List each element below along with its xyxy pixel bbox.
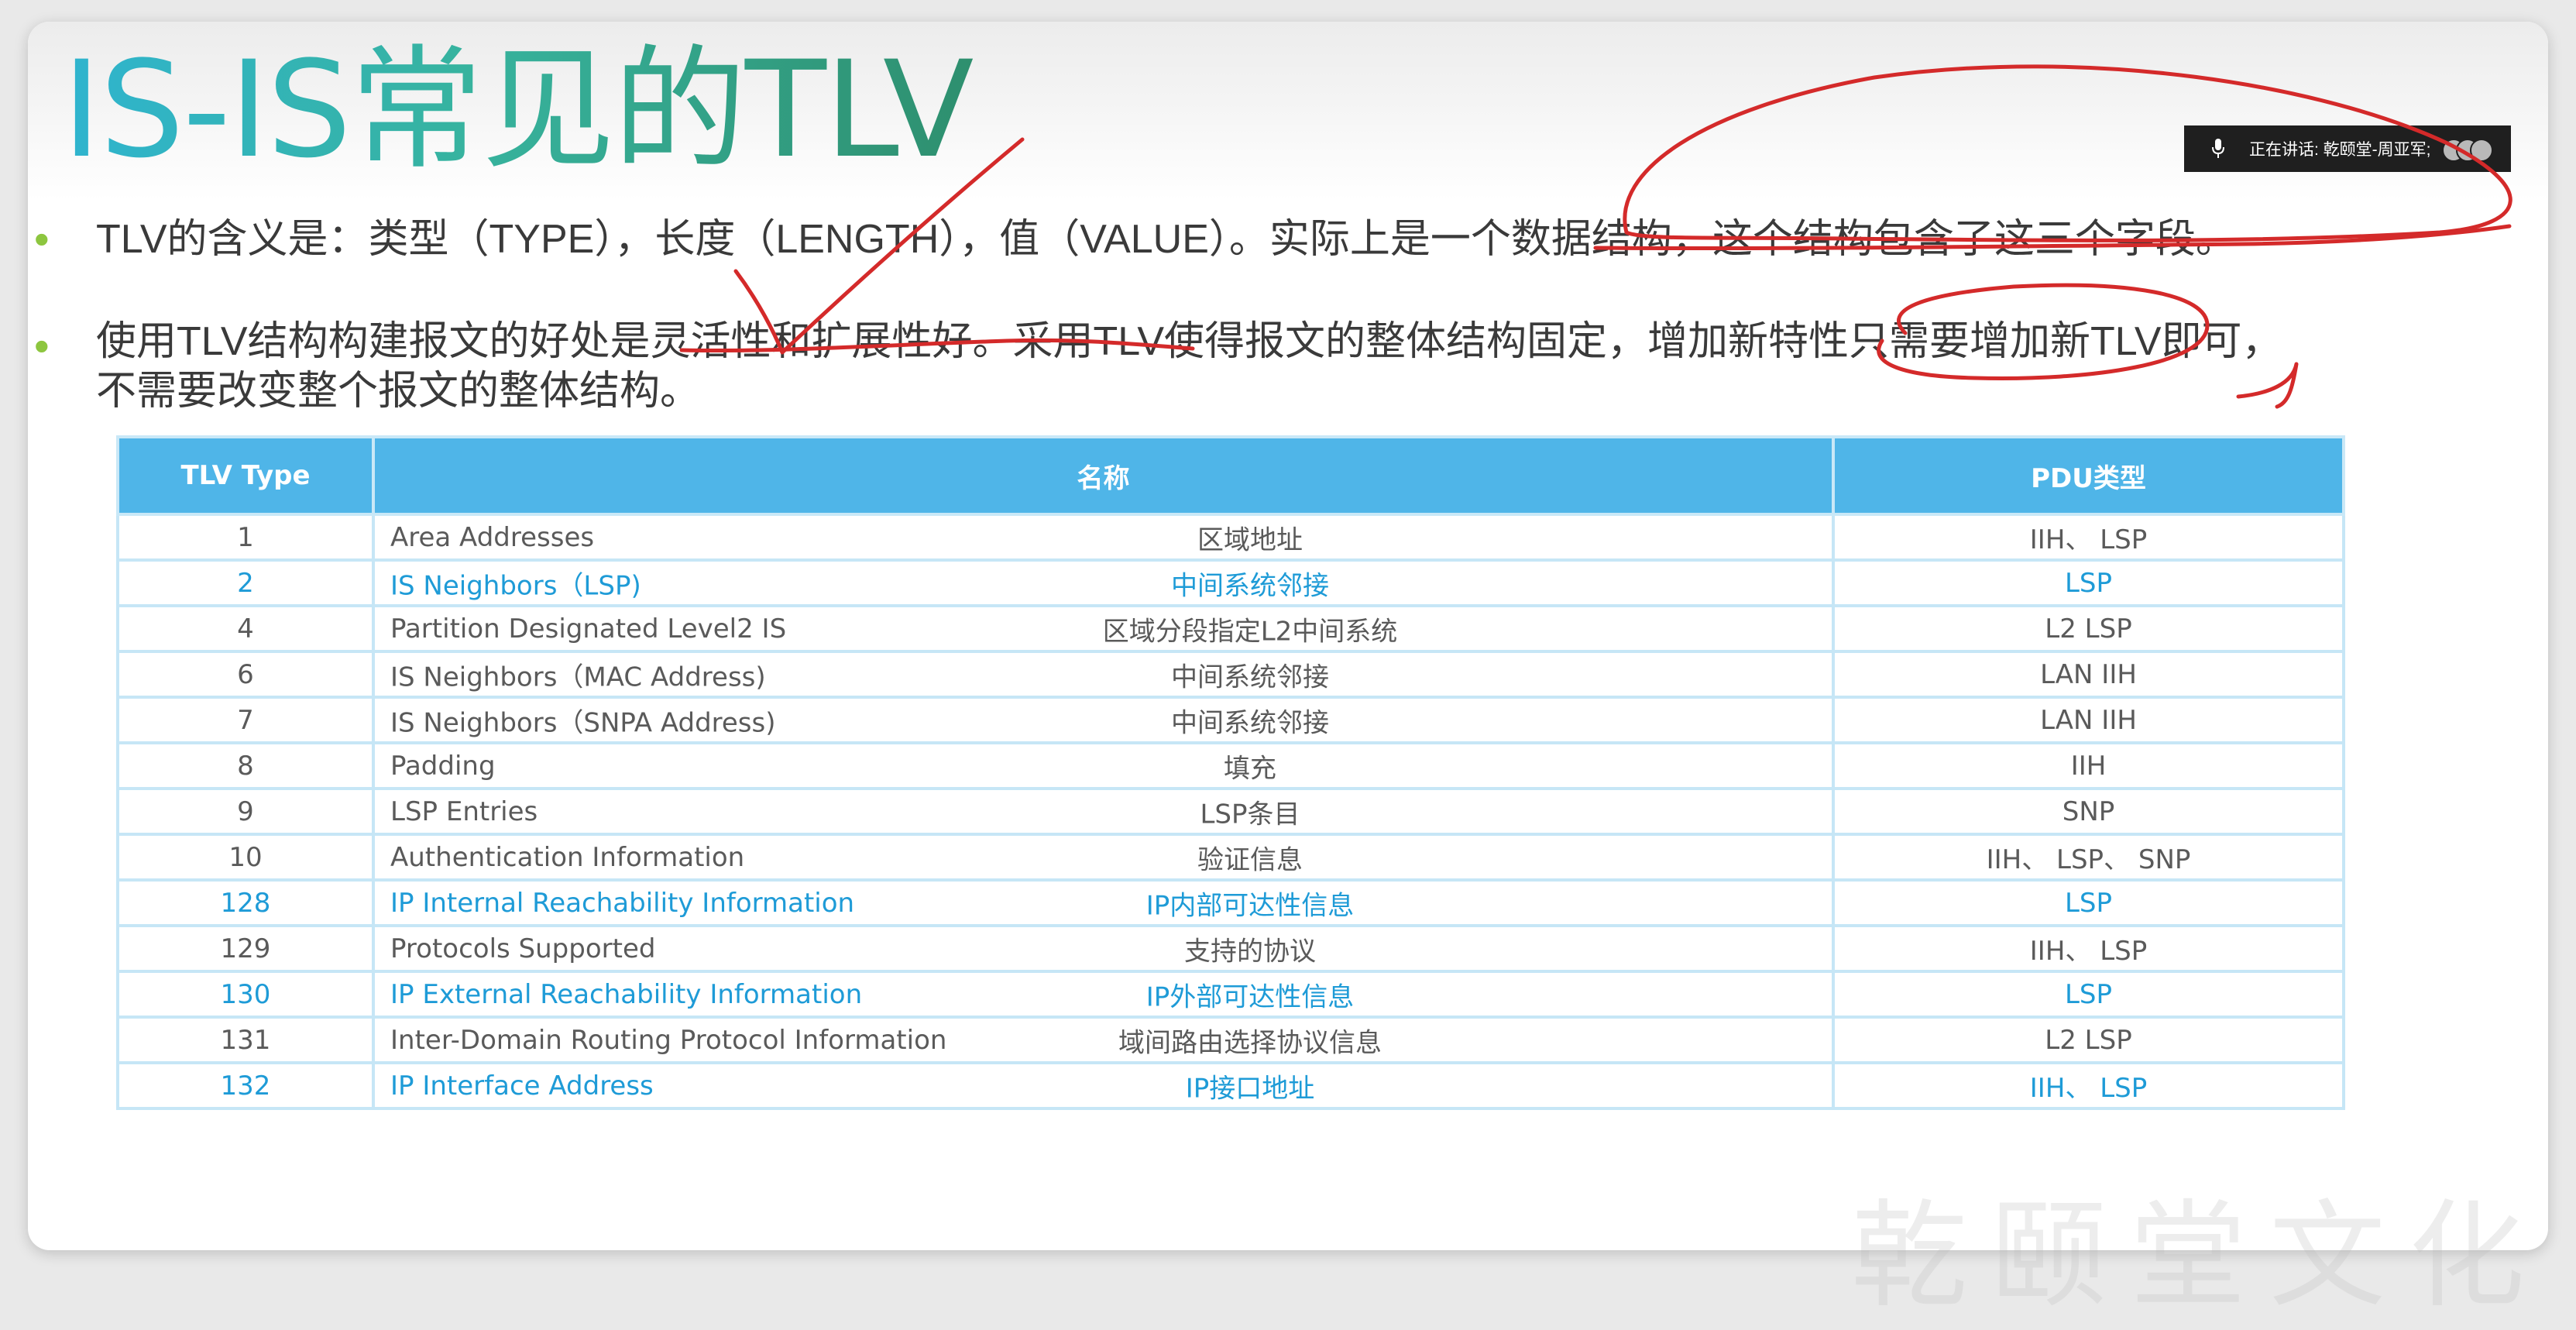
cell-tlv-type: 131 [116,1016,375,1064]
cell-name-chinese: IP内部可达性信息 [1145,890,1355,921]
cell-name-english: LSP Entries [390,796,538,827]
table-row: 1 Area Addresses 区域地址 IIH、 LSP [116,513,2345,562]
cell-name: Partition Designated Level2 IS 区域分段指定L2中间… [372,604,1835,653]
cell-pdu-type: IIH [1832,741,2345,790]
header-tlv-type: TLV Type [116,435,375,516]
table-header-row: TLV Type 名称 PDU类型 [116,435,2345,516]
cell-tlv-type: 2 [116,558,375,607]
cell-pdu-type: IIH、 LSP [1832,513,2345,562]
cell-name-english: Protocols Supported [390,933,656,964]
cell-name-chinese: 支持的协议 [1184,936,1316,967]
microphone-icon [2210,138,2226,160]
cell-name: Inter-Domain Routing Protocol Informatio… [372,1016,1835,1064]
cell-name-chinese: 中间系统邻接 [1171,662,1329,692]
cell-name-chinese: IP接口地址 [1185,1073,1315,1104]
tlv-table: TLV Type 名称 PDU类型 1 Area Addresses 区域地址 IIH… [116,435,2345,1110]
cell-name-chinese: LSP条目 [1200,799,1300,830]
table-row: 9 LSP Entries LSP条目 SNP [116,787,2345,836]
cell-name-english: IP Interface Address [390,1070,654,1101]
bullet-dot: • [34,321,50,370]
cell-name-chinese: 验证信息 [1197,844,1303,875]
bullet-text-2-line-2: 不需要改变整个报文的整体结构。 [96,369,701,414]
cell-name-english: IP External Reachability Information [390,978,863,1010]
cell-pdu-type: LSP [1832,970,2345,1019]
cell-tlv-type: 132 [116,1061,375,1110]
cell-tlv-type: 1 [116,513,375,562]
cell-pdu-type: IIH、 LSP [1832,924,2345,973]
avatar[interactable] [2469,139,2493,162]
table-row: 128 IP Internal Reachability Information I… [116,878,2345,927]
table-row: 2 IS Neighbors（LSP) 中间系统邻接 LSP [116,558,2345,607]
cell-name-chinese: IP外部可达性信息 [1145,981,1355,1012]
cell-name: IP External Reachability Information IP外部… [372,970,1835,1019]
cell-name-chinese: 区域地址 [1197,524,1303,555]
cell-name: IS Neighbors（SNPA Address) 中间系统邻接 [372,696,1835,744]
cell-name-english: IS Neighbors（LSP) [390,570,641,601]
speaker-indicator: 正在讲话: 乾颐堂-周亚军; [2184,125,2511,172]
cell-name: IP Interface Address IP接口地址 [372,1061,1835,1110]
cell-tlv-type: 128 [116,878,375,927]
cell-name-chinese: 域间路由选择协议信息 [1118,1027,1382,1058]
cell-name-english: Padding [390,750,496,782]
cell-name: IS Neighbors（LSP) 中间系统邻接 [372,558,1835,607]
bullet-text-2-line-1: 使用TLV结构构建报文的好处是灵活性和扩展性好。采用TLV使得报文的整体结构固定… [96,319,2282,364]
cell-name: Protocols Supported 支持的协议 [372,924,1835,973]
cell-pdu-type: L2 LSP [1832,1016,2345,1064]
cell-name-english: Inter-Domain Routing Protocol Informatio… [390,1024,947,1056]
cell-name-chinese: 填充 [1224,753,1276,784]
cell-tlv-type: 7 [116,696,375,744]
table-row: 131 Inter-Domain Routing Protocol Informa… [116,1016,2345,1064]
cell-tlv-type: 8 [116,741,375,790]
bullet-dot: • [34,215,50,263]
cell-pdu-type: LSP [1832,558,2345,607]
table-row: 7 IS Neighbors（SNPA Address) 中间系统邻接 LAN IIH [116,696,2345,744]
cell-tlv-type: 10 [116,833,375,882]
cell-name: Authentication Information 验证信息 [372,833,1835,882]
cell-name-english: IP Internal Reachability Information [390,887,855,919]
cell-name: LSP Entries LSP条目 [372,787,1835,836]
cell-pdu-type: LAN IIH [1832,650,2345,699]
cell-pdu-type: L2 LSP [1832,604,2345,653]
header-name: 名称 [372,435,1835,516]
header-pdu-type: PDU类型 [1832,435,2345,516]
cell-tlv-type: 4 [116,604,375,653]
cell-name: Padding 填充 [372,741,1835,790]
table-row: 130 IP External Reachability Information I… [116,970,2345,1019]
cell-tlv-type: 130 [116,970,375,1019]
cell-pdu-type: IIH、 LSP [1832,1061,2345,1110]
speaker-label: 正在讲话: 乾颐堂-周亚军; [2249,141,2431,159]
cell-name-chinese: 区域分段指定L2中间系统 [1102,616,1398,647]
table-row: 6 IS Neighbors（MAC Address) 中间系统邻接 LAN IIH [116,650,2345,699]
cell-tlv-type: 6 [116,650,375,699]
cell-name: IP Internal Reachability Information IP内部… [372,878,1835,927]
table-row: 129 Protocols Supported 支持的协议 IIH、 LSP [116,924,2345,973]
table-row: 8 Padding 填充 IIH [116,741,2345,790]
cell-pdu-type: SNP [1832,787,2345,836]
cell-pdu-type: LAN IIH [1832,696,2345,744]
cell-name-english: Authentication Information [390,841,745,873]
cell-tlv-type: 9 [116,787,375,836]
cell-tlv-type: 129 [116,924,375,973]
cell-name-english: Area Addresses [390,521,595,553]
participant-avatars[interactable] [2441,139,2493,162]
table-row: 10 Authentication Information 验证信息 IIH、 LSP… [116,833,2345,882]
cell-name-chinese: 中间系统邻接 [1171,707,1329,738]
cell-name-english: IS Neighbors（MAC Address) [390,662,766,692]
watermark: 乾颐堂文化 [1851,1189,2549,1324]
cell-name: Area Addresses 区域地址 [372,513,1835,562]
cell-pdu-type: LSP [1832,878,2345,927]
table-row: 132 IP Interface Address IP接口地址 IIH、 LSP [116,1061,2345,1110]
table-row: 4 Partition Designated Level2 IS 区域分段指定L2中… [116,604,2345,653]
bullet-text-1: TLV的含义是：类型（TYPE），长度（LENGTH），值（VALUE）。实际上… [96,217,2236,262]
cell-pdu-type: IIH、 LSP、 SNP [1832,833,2345,882]
cell-name-chinese: 中间系统邻接 [1171,570,1329,601]
slide-title: IS-IS常见的TLV [62,32,974,187]
cell-name-english: Partition Designated Level2 IS [390,613,787,644]
cell-name-english: IS Neighbors（SNPA Address) [390,707,776,738]
cell-name: IS Neighbors（MAC Address) 中间系统邻接 [372,650,1835,699]
